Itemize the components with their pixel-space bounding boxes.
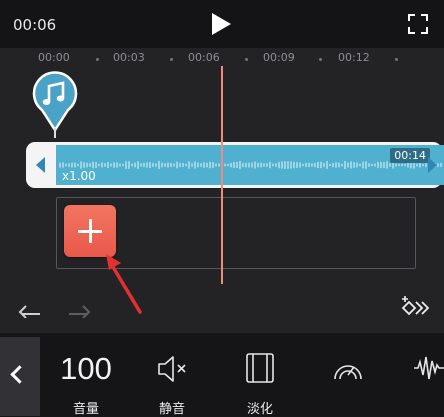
clip-speed: x1.00 (62, 169, 96, 183)
mute-tool[interactable]: 静音 (142, 337, 202, 417)
undo-icon[interactable] (16, 298, 42, 318)
ruler-dot (170, 58, 173, 61)
pin-connector (54, 128, 56, 138)
keyframe-icon[interactable] (399, 295, 429, 321)
volume-tool[interactable]: 100 音量 (50, 337, 122, 417)
fade-tool[interactable]: 淡化 (230, 337, 290, 417)
clip-duration: 00:14 (390, 148, 430, 163)
speed-icon (334, 365, 362, 380)
volume-value: 100 (60, 351, 112, 386)
clip-trim-left-handle[interactable] (36, 157, 45, 173)
ruler-dot (96, 58, 99, 61)
timeline-editor: 00:00 00:03 00:06 00:09 00:12 00:14 x1.0… (0, 48, 444, 333)
music-note-icon[interactable] (32, 70, 78, 132)
plus-icon-vertical (89, 219, 92, 243)
ruler-tick: 00:03 (113, 51, 145, 64)
play-icon[interactable] (212, 13, 231, 35)
fullscreen-icon[interactable] (408, 14, 428, 34)
voice-effect-tool[interactable] (404, 337, 444, 416)
ruler-tick: 00:12 (338, 51, 370, 64)
ruler-dot (395, 58, 398, 61)
player-bar: 00:06 (0, 0, 444, 48)
ruler-tick: 00:09 (263, 51, 295, 64)
audio-clip[interactable]: 00:14 x1.00 (26, 142, 444, 188)
mute-icon (158, 356, 186, 382)
playhead[interactable] (221, 66, 223, 284)
mute-label: 静音 (158, 402, 185, 417)
back-button[interactable] (0, 337, 40, 416)
fade-icon (246, 353, 274, 383)
speed-tool[interactable] (318, 337, 378, 416)
current-time: 00:06 (13, 16, 57, 34)
voice-effect-icon (414, 356, 444, 380)
clip-trim-right-handle[interactable] (428, 157, 437, 173)
ruler-dot (245, 58, 248, 61)
waveform-graphic (59, 161, 442, 169)
ruler-dot (319, 58, 322, 61)
volume-label: 音量 (72, 402, 99, 417)
ruler-tick: 00:06 (188, 51, 220, 64)
fade-label: 淡化 (246, 402, 273, 417)
redo-icon[interactable] (67, 298, 93, 318)
pointer-arrow (106, 254, 142, 314)
ruler-tick: 00:00 (38, 51, 70, 64)
chevron-left-icon (10, 365, 29, 384)
audio-waveform[interactable]: 00:14 x1.00 (56, 145, 444, 185)
audio-toolbar: 100 音量 静音 淡化 (0, 333, 444, 417)
